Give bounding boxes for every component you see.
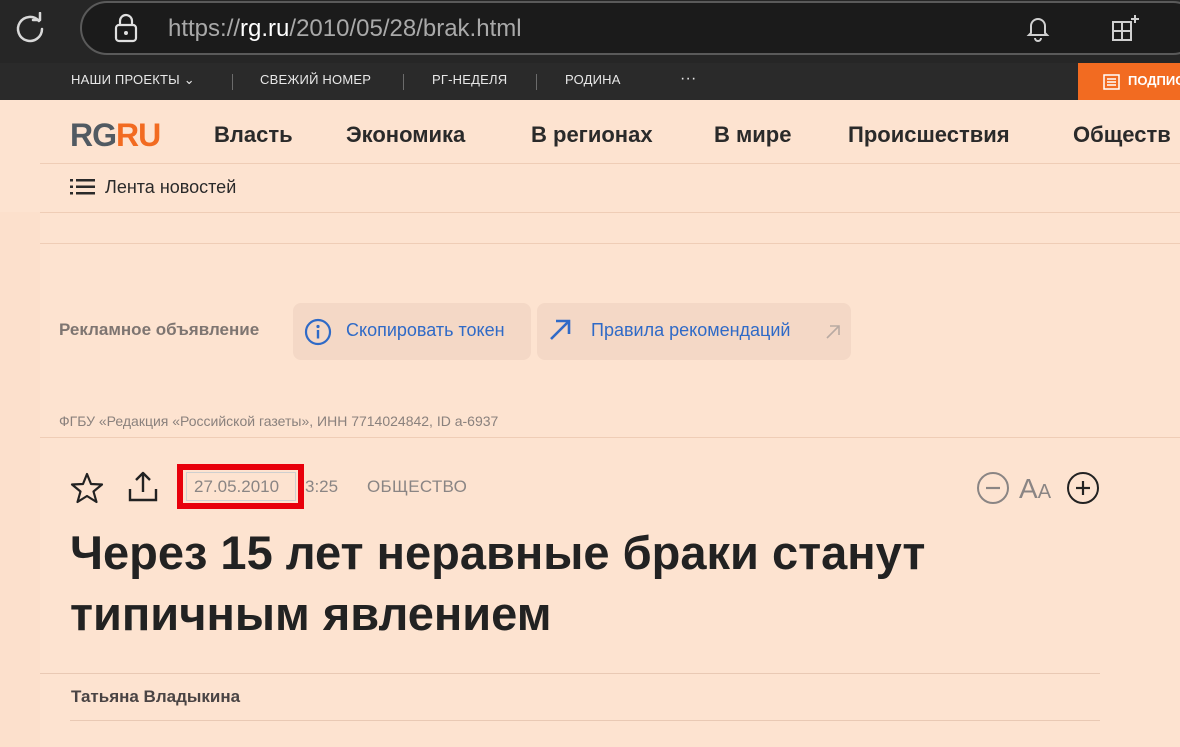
projects-menu-label: НАШИ ПРОЕКТЫ xyxy=(71,72,180,87)
rg-logo[interactable]: RGRU xyxy=(70,117,161,154)
divider xyxy=(40,437,1180,438)
nav-item-vlast[interactable]: Власть xyxy=(214,122,293,148)
rubric-link[interactable]: ОБЩЕСТВО xyxy=(367,477,467,497)
subscribe-button[interactable]: ПОДПИС xyxy=(1078,63,1180,100)
divider xyxy=(232,74,233,90)
divider xyxy=(70,720,1100,721)
lock-icon[interactable] xyxy=(112,13,140,43)
share-icon[interactable] xyxy=(127,470,159,504)
nav-item-incidents[interactable]: Происшествия xyxy=(848,122,1010,148)
divider xyxy=(40,243,1180,244)
info-icon xyxy=(304,318,332,346)
font-size-indicator: AA xyxy=(1019,473,1051,505)
bookmark-star-icon[interactable] xyxy=(70,471,104,505)
news-feed-link[interactable]: Лента новостей xyxy=(105,177,236,198)
bell-icon[interactable] xyxy=(1025,14,1051,42)
decrease-font-icon[interactable] xyxy=(976,471,1010,505)
nav-item-economy[interactable]: Экономика xyxy=(346,122,465,148)
nav-item-regions[interactable]: В регионах xyxy=(531,122,653,148)
url-scheme: https:// xyxy=(168,15,241,42)
ad-label: Рекламное объявление xyxy=(59,320,260,339)
copy-token-label: Скопировать токен xyxy=(346,320,505,340)
ad-owner-text: ФГБУ «Редакция «Российской газеты», ИНН … xyxy=(59,413,499,429)
logo-ru: RU xyxy=(116,117,161,153)
fresh-issue-link[interactable]: СВЕЖИЙ НОМЕР xyxy=(260,72,371,87)
recommendation-rules-button[interactable]: Правила рекомендаций xyxy=(537,303,851,360)
reload-icon[interactable] xyxy=(14,12,46,44)
font-size-large-letter: A xyxy=(1019,473,1038,504)
external-link-icon xyxy=(826,325,840,339)
extensions-icon[interactable] xyxy=(1110,13,1140,43)
chevron-down-icon: ⌄ xyxy=(183,72,195,87)
rg-week-link[interactable]: РГ-НЕДЕЛЯ xyxy=(432,72,507,87)
projects-bar: НАШИ ПРОЕКТЫ ⌄ СВЕЖИЙ НОМЕР РГ-НЕДЕЛЯ РО… xyxy=(0,63,1180,100)
nav-item-society[interactable]: Обществ xyxy=(1073,122,1171,148)
copy-token-button[interactable]: Скопировать токен xyxy=(293,303,531,360)
url-text[interactable]: https://rg.ru/2010/05/28/brak.html xyxy=(168,15,522,43)
newspaper-icon xyxy=(1103,74,1120,90)
article-time: 3:25 xyxy=(305,477,339,496)
url-path: /2010/05/28/brak.html xyxy=(289,15,522,42)
divider xyxy=(40,163,1180,164)
divider xyxy=(403,74,404,90)
font-size-small-letter: A xyxy=(1037,481,1052,503)
projects-menu[interactable]: НАШИ ПРОЕКТЫ ⌄ xyxy=(71,72,195,88)
article-date: 27.05.2010 xyxy=(194,477,280,496)
rodina-link[interactable]: РОДИНА xyxy=(565,72,621,87)
divider xyxy=(536,74,537,90)
subscribe-label: ПОДПИС xyxy=(1128,73,1180,88)
increase-font-icon[interactable] xyxy=(1066,471,1100,505)
url-host: rg.ru xyxy=(240,15,290,42)
left-margin xyxy=(0,212,40,747)
divider xyxy=(40,673,1100,674)
arrow-up-right-icon xyxy=(550,319,571,340)
more-icon[interactable]: ··· xyxy=(680,70,697,88)
recommendation-rules-label: Правила рекомендаций xyxy=(591,320,791,340)
author-link[interactable]: Татьяна Владыкина xyxy=(71,687,240,707)
logo-rg: RG xyxy=(70,117,117,153)
list-icon[interactable] xyxy=(70,177,96,197)
nav-item-world[interactable]: В мире xyxy=(714,122,791,148)
article-headline: Через 15 лет неравные браки станут типич… xyxy=(70,526,926,640)
